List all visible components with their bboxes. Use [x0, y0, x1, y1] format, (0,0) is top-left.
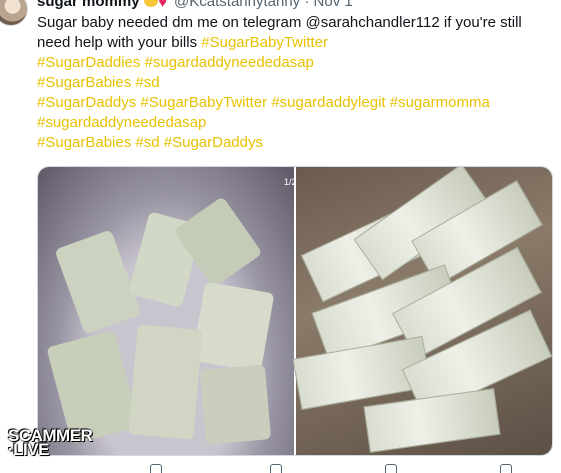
tweet-text-segment: need help with your bills: [37, 34, 202, 51]
display-name[interactable]: sugar mommy: [37, 0, 140, 10]
cash-spread-photo[interactable]: [292, 167, 552, 455]
hashtag-link[interactable]: #SugarBabyTwitter: [201, 34, 328, 51]
user-handle[interactable]: @Kcatstannytanny: [174, 0, 300, 10]
media-grid[interactable]: 1/2: [37, 166, 553, 456]
money-bag-photo[interactable]: 1/2: [38, 167, 297, 455]
hashtag-link[interactable]: #SugarBabies: [37, 134, 131, 151]
tweet-text-line: #sugardaddyneededasap: [37, 113, 542, 133]
tweet-text-segment: Sugar baby needed dm me on telegram @sar…: [37, 14, 522, 31]
tweet-actions: [150, 464, 550, 473]
tweet-header: sugar mommy ♥ @Kcatstannytanny · Nov 1: [37, 0, 353, 10]
tweet-text-line: need help with your bills #SugarBabyTwit…: [37, 33, 542, 53]
dot-separator: ·: [304, 0, 310, 10]
hashtag-link[interactable]: #sugarmomma: [390, 94, 490, 111]
hashtag-link[interactable]: #sd: [135, 134, 159, 151]
tweet-date[interactable]: Nov 1: [314, 0, 353, 10]
tweet-text-line: #SugarDaddys #SugarBabyTwitter #sugardad…: [37, 93, 542, 113]
heart-icon: ♥: [158, 0, 167, 10]
hashtag-link[interactable]: #sugardaddylegit: [271, 94, 385, 111]
hashtag-link[interactable]: #SugarDaddies: [37, 54, 140, 71]
tweet-text-line: #SugarDaddies #sugardaddyneededasap: [37, 53, 542, 73]
watermark-line-2: ·LIVE: [8, 440, 49, 459]
avatar[interactable]: [0, 0, 28, 26]
scammer-live-watermark: SCAMMER ·LIVE: [8, 427, 93, 459]
hashtag-link[interactable]: #SugarBabyTwitter: [140, 94, 267, 111]
hashtag-link[interactable]: #sd: [135, 74, 159, 91]
tweet-text-line: #SugarBabies #sd #SugarDaddys: [37, 133, 542, 153]
tweet-text-line: #SugarBabies #sd: [37, 73, 542, 93]
hashtag-link[interactable]: #SugarDaddys: [37, 94, 136, 111]
media-counter: 1/2: [284, 177, 297, 187]
tweet-text: Sugar baby needed dm me on telegram @sar…: [37, 13, 542, 153]
tweet-text-line: Sugar baby needed dm me on telegram @sar…: [37, 13, 542, 33]
hashtag-link[interactable]: #sugardaddyneededasap: [37, 114, 206, 131]
hashtag-link[interactable]: #SugarBabies: [37, 74, 131, 91]
smiling-face-icon: [143, 0, 158, 7]
hashtag-link[interactable]: #sugardaddyneededasap: [145, 54, 314, 71]
hashtag-link[interactable]: #SugarDaddys: [164, 134, 263, 151]
